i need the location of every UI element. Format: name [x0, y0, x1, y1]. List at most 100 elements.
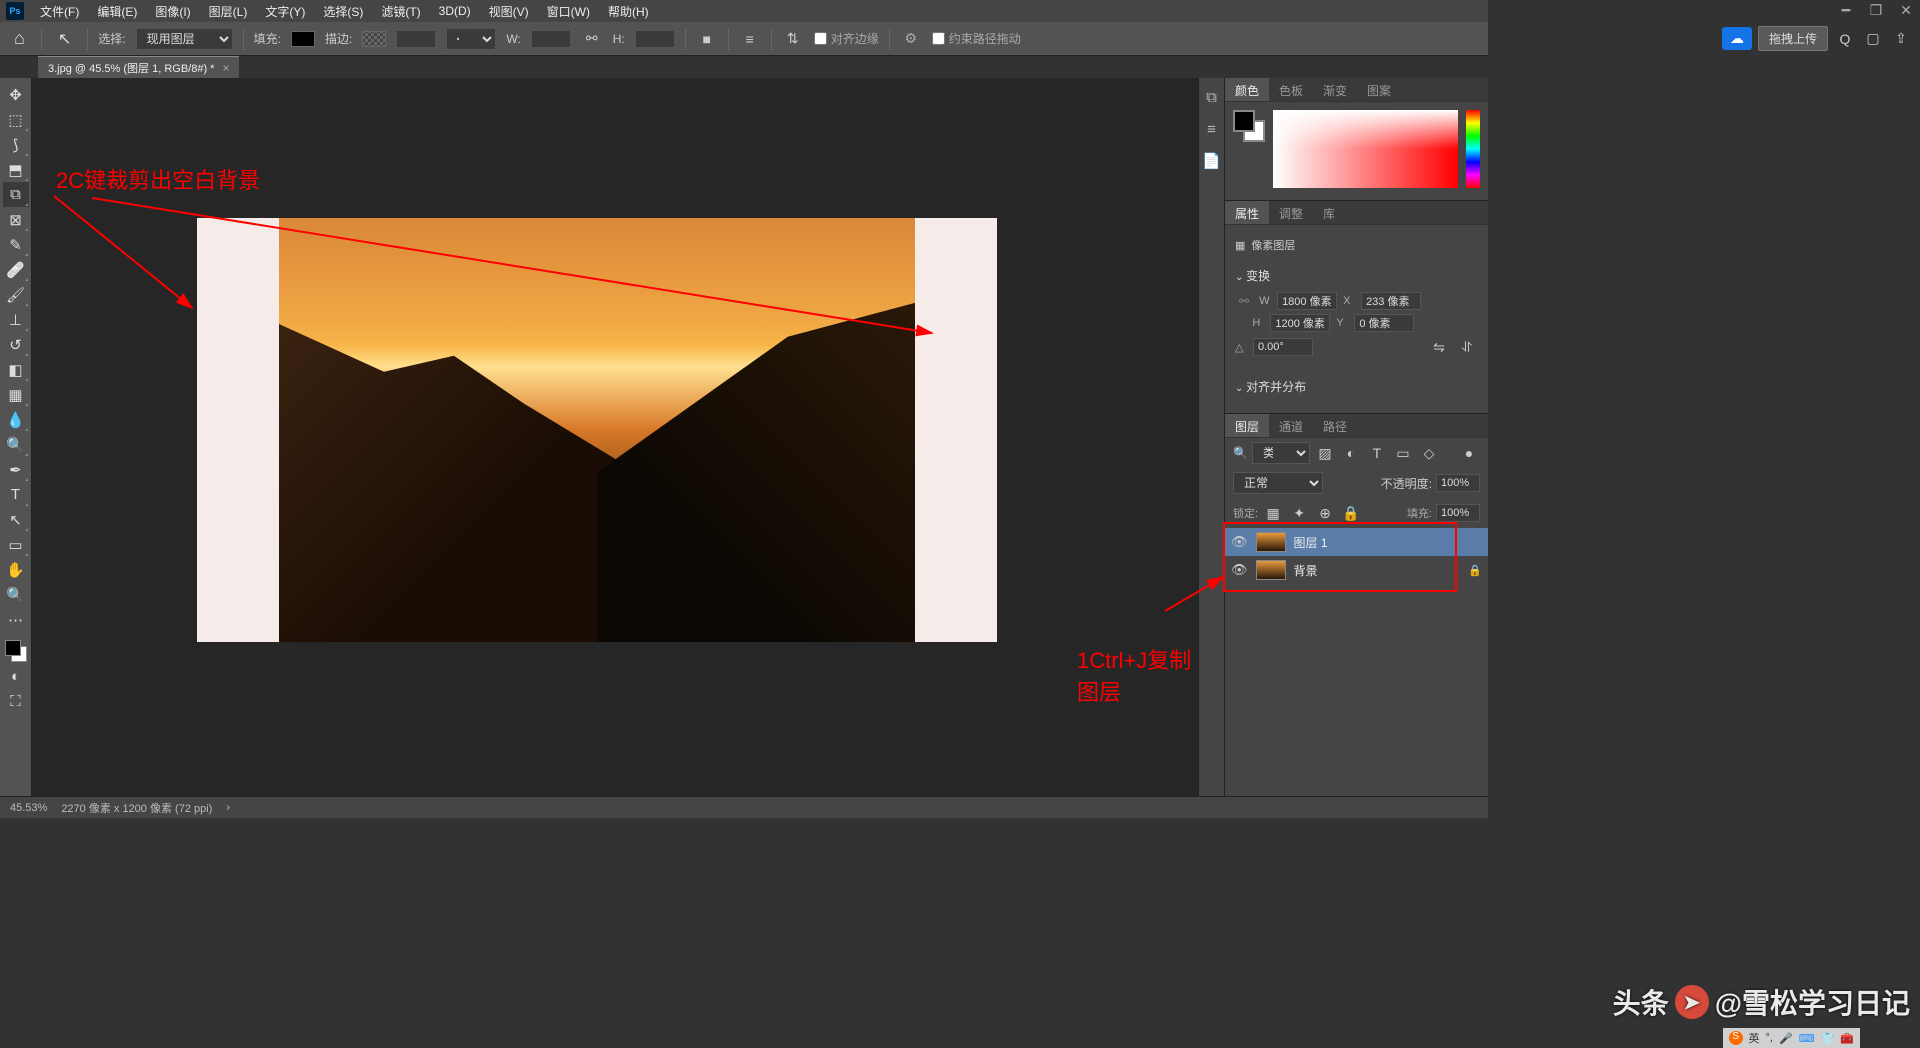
angle-input[interactable]	[1253, 338, 1313, 356]
rectangle-tool-icon[interactable]: ▭	[3, 532, 29, 557]
tab-adjustments[interactable]: 调整	[1269, 201, 1313, 224]
filter-smart-icon[interactable]: ◇	[1418, 442, 1440, 464]
filter-toggle-icon[interactable]: ●	[1458, 442, 1480, 464]
screenmode-icon[interactable]: ⛶	[3, 689, 29, 714]
tab-swatches[interactable]: 色板	[1269, 78, 1313, 101]
menu-filter[interactable]: 滤镜(T)	[373, 0, 428, 23]
transform-section[interactable]: 变换	[1235, 263, 1478, 288]
align-section[interactable]: 对齐并分布	[1235, 374, 1478, 399]
menu-image[interactable]: 图像(I)	[147, 0, 198, 23]
maximize-icon[interactable]: ❐	[1866, 2, 1886, 19]
menu-help[interactable]: 帮助(H)	[600, 0, 657, 23]
menu-select[interactable]: 选择(S)	[315, 0, 371, 23]
ime-toolbox-icon[interactable]: 🧰	[1840, 1032, 1854, 1045]
lock-pixels-icon[interactable]: ▦	[1262, 502, 1284, 524]
menu-type[interactable]: 文字(Y)	[257, 0, 313, 23]
filter-shape-icon[interactable]: ▭	[1392, 442, 1414, 464]
visibility-icon[interactable]: 👁	[1231, 534, 1248, 550]
filter-type-icon[interactable]: T	[1366, 442, 1388, 464]
align-icon[interactable]: ≡	[739, 28, 761, 50]
lock-position-icon[interactable]: ✦	[1288, 502, 1310, 524]
brush-tool-icon[interactable]: 🖌	[3, 282, 29, 307]
ime-skin-icon[interactable]: 👕	[1821, 1032, 1835, 1045]
search-icon[interactable]: Q	[1834, 28, 1856, 50]
filter-adjust-icon[interactable]: ◐	[1340, 442, 1362, 464]
fill-swatch[interactable]	[291, 31, 315, 47]
width-input[interactable]	[531, 30, 571, 48]
workspace-icon[interactable]: ▢	[1862, 28, 1884, 50]
lock-artboard-icon[interactable]: ⊕	[1314, 502, 1336, 524]
gear-icon[interactable]: ⚙	[900, 28, 922, 50]
lasso-tool-icon[interactable]: ⟆	[3, 132, 29, 157]
path-tool-icon[interactable]: ↖	[3, 507, 29, 532]
fill-input[interactable]	[1436, 504, 1480, 522]
move-tool-icon[interactable]: ↖	[52, 29, 77, 49]
color-swatches[interactable]	[3, 638, 29, 664]
link-wh-icon[interactable]: ⚯	[1235, 294, 1253, 308]
doc-dimensions[interactable]: 2270 像素 x 1200 像素 (72 ppi)	[61, 800, 212, 816]
menu-file[interactable]: 文件(F)	[32, 0, 87, 23]
menu-edit[interactable]: 编辑(E)	[89, 0, 145, 23]
layer-name[interactable]: 图层 1	[1294, 534, 1328, 551]
stamp-tool-icon[interactable]: ⊥	[3, 307, 29, 332]
flip-v-icon[interactable]: ⥯	[1456, 336, 1478, 358]
tab-patterns[interactable]: 图案	[1357, 78, 1401, 101]
width-input[interactable]	[1277, 292, 1337, 310]
opacity-input[interactable]	[1436, 474, 1480, 492]
height-input[interactable]	[635, 30, 675, 48]
history-panel-icon[interactable]: ⧉	[1201, 86, 1223, 108]
flip-h-icon[interactable]: ⇋	[1428, 336, 1450, 358]
char-panel-icon[interactable]: ≡	[1201, 118, 1223, 140]
home-icon[interactable]: ⌂	[8, 28, 31, 49]
paragraph-panel-icon[interactable]: 📄	[1201, 150, 1223, 172]
layer-thumbnail[interactable]	[1256, 532, 1286, 552]
zoom-value[interactable]: 45.53%	[10, 802, 47, 814]
select-layer-dropdown[interactable]: 现用图层	[136, 28, 233, 50]
canvas-document[interactable]	[197, 218, 997, 642]
filter-image-icon[interactable]: ▨	[1314, 442, 1336, 464]
menu-layer[interactable]: 图层(L)	[201, 0, 256, 23]
layer-row[interactable]: 👁 图层 1	[1225, 528, 1488, 556]
y-input[interactable]	[1354, 314, 1414, 332]
share-icon[interactable]: ⇪	[1890, 28, 1912, 50]
layer-name[interactable]: 背景	[1294, 562, 1318, 579]
menu-3d[interactable]: 3D(D)	[431, 1, 479, 21]
tab-channels[interactable]: 通道	[1269, 414, 1313, 437]
edit-toolbar-icon[interactable]: ⋯	[3, 607, 29, 632]
tab-layers[interactable]: 图层	[1225, 414, 1269, 437]
align-edges-checkbox[interactable]: 对齐边缘	[814, 30, 879, 47]
quickmask-icon[interactable]: ◐	[3, 664, 29, 689]
x-input[interactable]	[1361, 292, 1421, 310]
tab-color[interactable]: 颜色	[1225, 78, 1269, 101]
canvas-area[interactable]: 2C键裁剪出空白背景 1Ctrl+J复制图层	[32, 78, 1198, 796]
color-swatch-pair[interactable]	[1233, 110, 1265, 142]
stroke-style-dropdown[interactable]: ━	[446, 28, 496, 50]
move-tool-icon[interactable]: ✥	[3, 82, 29, 107]
eraser-tool-icon[interactable]: ◧	[3, 357, 29, 382]
ime-keyboard-icon[interactable]: ⌨	[1799, 1032, 1815, 1045]
eyedropper-tool-icon[interactable]: ✎	[3, 232, 29, 257]
blend-mode-dropdown[interactable]: 正常	[1233, 472, 1323, 494]
tab-libraries[interactable]: 库	[1313, 201, 1345, 224]
tab-properties[interactable]: 属性	[1225, 201, 1269, 224]
close-icon[interactable]: ✕	[1896, 2, 1916, 19]
gradient-tool-icon[interactable]: ▦	[3, 382, 29, 407]
layer-row[interactable]: 👁 背景 🔒	[1225, 556, 1488, 584]
visibility-icon[interactable]: 👁	[1231, 562, 1248, 578]
upload-button[interactable]: 拖拽上传	[1758, 26, 1828, 51]
arrange-icon[interactable]: ⇅	[782, 28, 804, 50]
fg-color-swatch[interactable]	[5, 640, 21, 656]
frame-tool-icon[interactable]: ⊠	[3, 207, 29, 232]
cloud-button[interactable]: ☁	[1722, 27, 1752, 50]
ime-lang[interactable]: 英	[1749, 1030, 1760, 1046]
history-brush-tool-icon[interactable]: ↺	[3, 332, 29, 357]
color-picker[interactable]	[1273, 110, 1458, 188]
tab-paths[interactable]: 路径	[1313, 414, 1357, 437]
stroke-swatch[interactable]	[362, 31, 386, 47]
shape-mode-icon[interactable]: ■	[696, 28, 718, 50]
lock-all-icon[interactable]: 🔒	[1340, 502, 1362, 524]
crop-tool-icon[interactable]: ⧉	[3, 182, 29, 207]
hand-tool-icon[interactable]: ✋	[3, 557, 29, 582]
dodge-tool-icon[interactable]: 🔍	[3, 432, 29, 457]
chevron-right-icon[interactable]: ›	[226, 802, 230, 814]
